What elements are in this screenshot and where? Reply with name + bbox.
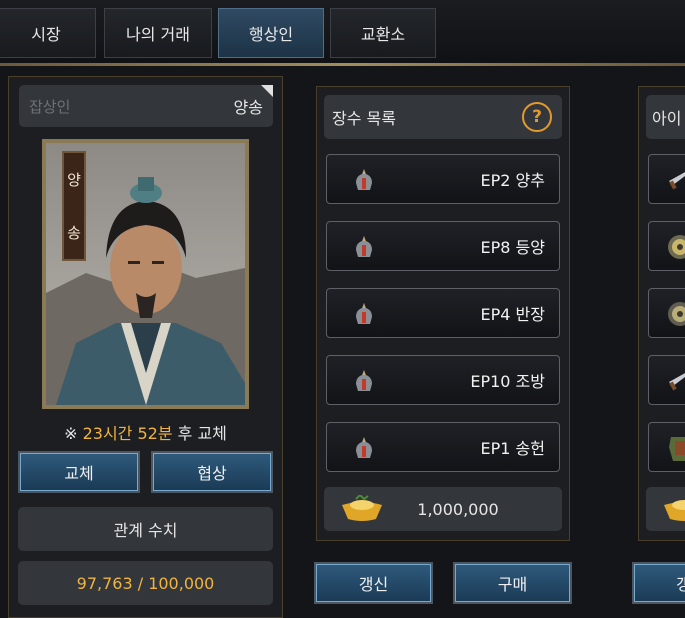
swap-timer-prefix: ※ [64, 424, 83, 443]
general-item-label: EP2 양추 [480, 171, 545, 190]
swap-timer-value: 23시간 52분 [82, 424, 173, 443]
refresh-button[interactable]: 갱신 [314, 562, 433, 604]
swap-button-label: 교체 [64, 464, 94, 483]
buy-button-label: 구매 [497, 575, 528, 594]
helmet-icon [356, 236, 372, 257]
sword-icon [669, 172, 685, 190]
tab-market-label: 시장 [31, 25, 61, 44]
swap-timer: ※ 23시간 52분 후 교체 [18, 420, 273, 444]
portrait-name-char-1: 양 [67, 171, 81, 189]
item-slot-2[interactable] [648, 221, 685, 271]
swap-timer-suffix: 후 교체 [172, 424, 227, 443]
tab-my-trades[interactable]: 나의 거래 [104, 8, 212, 58]
merchant-portrait: 양 송 [42, 139, 249, 409]
item-slot-1[interactable] [648, 154, 685, 204]
general-item-label: EP4 반장 [480, 305, 545, 324]
round-shield-icon [668, 302, 685, 326]
help-icon: ? [532, 107, 542, 127]
merchant-name-field: 잡상인 양송 [19, 85, 273, 127]
general-item-1[interactable]: EP2 양추 [326, 154, 560, 204]
item-list-header: 아이 [646, 95, 685, 139]
general-item-3[interactable]: EP4 반장 [326, 288, 560, 338]
tab-merchant[interactable]: 행상인 [218, 8, 324, 58]
general-item-5[interactable]: EP1 송헌 [326, 422, 560, 472]
item-list-title: 아이 [652, 109, 682, 128]
item-slot-3[interactable] [648, 288, 685, 338]
armor-icon [669, 437, 685, 461]
help-button[interactable]: ? [522, 102, 552, 132]
refresh-button-label: 갱신 [358, 575, 389, 594]
general-list-header: 장수 목록 ? [324, 95, 562, 139]
negotiate-button-label: 협상 [197, 464, 227, 483]
tab-exchange-label: 교환소 [360, 25, 406, 44]
portrait-name-char-2: 송 [67, 224, 81, 242]
round-shield-icon [668, 235, 685, 259]
item-refresh-button-label: 갱 [676, 575, 685, 594]
general-item-label: EP8 등양 [480, 238, 545, 257]
relation-label: 관계 수치 [113, 521, 178, 540]
merchant-type-placeholder: 잡상인 [29, 97, 71, 116]
general-item-label: EP1 송헌 [480, 439, 545, 458]
gold-ingot-icon [342, 495, 382, 521]
tab-merchant-label: 행상인 [248, 25, 294, 44]
gold-ingot-icon [664, 500, 685, 521]
top-tab-bar: 시장 나의 거래 행상인 교환소 [0, 0, 685, 66]
price-box: 1,000,000 [324, 487, 562, 531]
price-value: 1,000,000 [417, 499, 499, 519]
tab-exchange[interactable]: 교환소 [330, 8, 436, 58]
merchant-name: 양송 [233, 98, 263, 117]
corner-marker-icon [261, 85, 273, 97]
tab-market[interactable]: 시장 [0, 8, 96, 58]
relation-label-box: 관계 수치 [18, 507, 273, 551]
relation-value: 97,763 / 100,000 [76, 573, 215, 593]
general-item-4[interactable]: EP10 조방 [326, 355, 560, 405]
sword-icon [669, 373, 685, 391]
general-item-2[interactable]: EP8 등양 [326, 221, 560, 271]
tab-my-trades-label: 나의 거래 [126, 25, 190, 44]
negotiate-button[interactable]: 협상 [151, 451, 273, 493]
buy-button[interactable]: 구매 [453, 562, 572, 604]
item-refresh-button[interactable]: 갱 [632, 562, 685, 604]
general-item-label: EP10 조방 [470, 372, 545, 391]
portrait-name-plate: 양 송 [62, 151, 86, 261]
swap-button[interactable]: 교체 [18, 451, 140, 493]
helmet-icon [356, 303, 372, 324]
helmet-icon [356, 169, 372, 190]
item-price-box [646, 487, 685, 531]
helmet-icon [356, 370, 372, 391]
item-slot-4[interactable] [648, 355, 685, 405]
general-list-title: 장수 목록 [332, 109, 396, 128]
relation-value-box: 97,763 / 100,000 [18, 561, 273, 605]
item-slot-5[interactable] [648, 422, 685, 472]
helmet-icon [356, 437, 372, 458]
